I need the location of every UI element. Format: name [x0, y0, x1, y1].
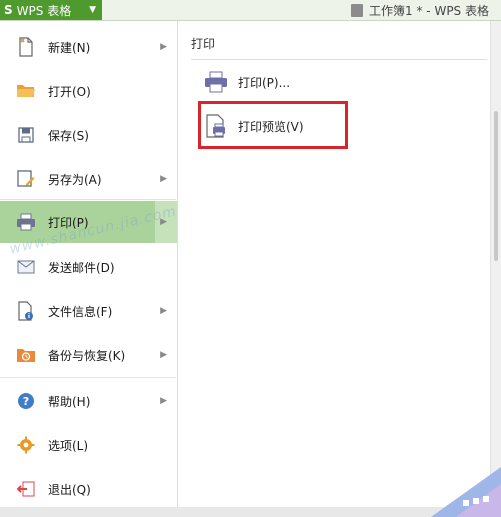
chevron-right-icon: ▶	[160, 174, 167, 184]
menu-item-label: 新建(N)	[48, 40, 91, 55]
menu-item-label: 退出(Q)	[48, 482, 91, 497]
options-gear-icon	[16, 435, 36, 455]
exit-icon	[16, 479, 36, 499]
menu-item-open[interactable]: 打开(O)	[0, 70, 177, 112]
chevron-down-icon: ▼	[89, 5, 96, 15]
document-title-text: 工作簿1 * - WPS 表格	[369, 4, 489, 18]
menu-item-label: 保存(S)	[48, 128, 89, 143]
panel-divider	[191, 59, 487, 60]
corner-logo	[411, 462, 501, 517]
menu-divider	[0, 199, 176, 200]
document-title: 工作簿1 * - WPS 表格	[351, 2, 489, 19]
menu-item-label: 另存为(A)	[48, 172, 102, 187]
chevron-right-icon: ▶	[160, 42, 167, 52]
menu-item-options[interactable]: 选项(L)	[0, 424, 177, 466]
printer-icon	[202, 68, 230, 96]
document-icon	[351, 4, 364, 17]
menu-item-file-info[interactable]: 文件信息(F) ▶	[0, 290, 177, 332]
menu-item-backup-restore[interactable]: 备份与恢复(K) ▶	[0, 334, 177, 376]
menu-item-label: 发送邮件(D)	[48, 260, 115, 275]
chevron-right-icon: ▶	[160, 396, 167, 406]
wps-logo-icon: S	[4, 3, 13, 17]
backup-icon	[16, 345, 36, 365]
chevron-right-icon: ▶	[160, 350, 167, 360]
panel-title: 打印	[191, 37, 216, 51]
highlight-annotation-box	[198, 101, 348, 149]
new-file-icon	[16, 37, 36, 57]
vertical-scrollbar[interactable]	[490, 21, 501, 517]
menu-item-exit[interactable]: 退出(Q)	[0, 468, 177, 510]
title-bar: S WPS 表格 ▼ 工作簿1 * - WPS 表格	[0, 0, 501, 21]
app-menu-button[interactable]: S WPS 表格 ▼	[0, 0, 102, 20]
file-info-icon	[16, 301, 36, 321]
menu-item-label: 打开(O)	[48, 84, 91, 99]
printer-icon	[16, 212, 36, 232]
menu-item-save-as[interactable]: 另存为(A) ▶	[0, 158, 177, 200]
app-name: WPS 表格	[16, 3, 72, 18]
save-icon	[16, 125, 36, 145]
menu-item-label: 帮助(H)	[48, 394, 91, 409]
menu-divider	[0, 377, 176, 378]
scrollbar-thumb[interactable]	[494, 111, 498, 261]
chevron-right-icon: ▶	[160, 306, 167, 316]
open-folder-icon	[16, 81, 36, 101]
menu-item-save[interactable]: 保存(S)	[0, 114, 177, 156]
file-menu: 新建(N) ▶ 打开(O) 保存(S) 另存为(A) ▶ 打印(P) ▶ 发送邮…	[0, 21, 178, 517]
menu-item-help[interactable]: ? 帮助(H) ▶	[0, 380, 177, 422]
menu-item-label: 文件信息(F)	[48, 304, 113, 319]
menu-item-new[interactable]: 新建(N) ▶	[0, 26, 177, 68]
print-dialog-option[interactable]: 打印(P)...	[178, 63, 478, 101]
mail-icon	[16, 257, 36, 277]
save-as-icon	[16, 169, 36, 189]
print-option-label: 打印(P)...	[238, 75, 291, 90]
menu-item-label: 备份与恢复(K)	[48, 348, 126, 363]
svg-text:?: ?	[23, 395, 29, 408]
help-icon: ?	[16, 391, 36, 411]
menu-item-label: 选项(L)	[48, 438, 89, 453]
print-submenu-panel: 打印 打印(P)... 打印预览(V)	[178, 21, 490, 517]
